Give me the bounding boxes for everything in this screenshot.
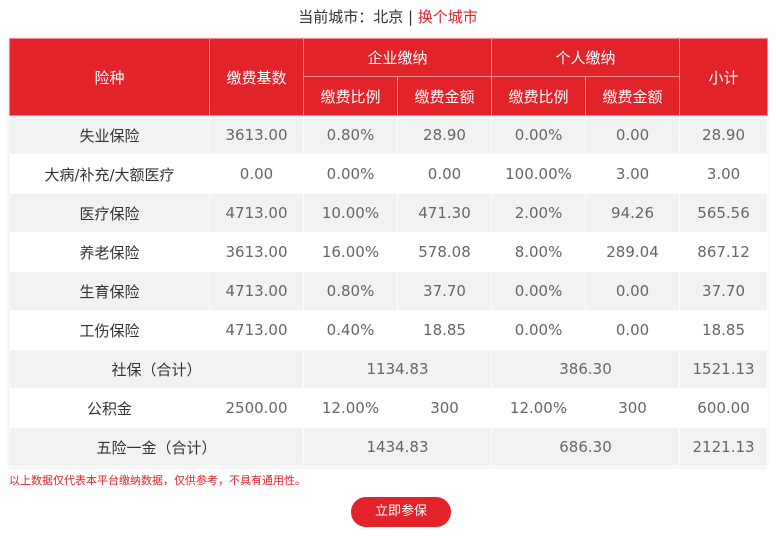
header-personal-rate: 缴费比例 (491, 76, 587, 116)
header-personal-amount: 缴费金额 (585, 76, 681, 116)
social-total-row: 社保（合计） 1134.83 386.30 1521.13 (9, 349, 769, 389)
row-subtotal: 28.90 (679, 115, 769, 155)
row-personal-amount: 289.04 (585, 232, 681, 272)
current-city-bar: 当前城市：北京 | 换个城市 (0, 6, 776, 28)
header-company-amount: 缴费金额 (396, 76, 493, 116)
row-company-amount: 37.70 (396, 271, 493, 311)
row-name: 失业保险 (9, 115, 210, 155)
social-total-subtotal: 1521.13 (679, 349, 769, 389)
row-personal-amount: 0.00 (585, 271, 681, 311)
row-company-rate: 0.80% (303, 115, 398, 155)
table-row: 工伤保险 4713.00 0.40% 18.85 0.00% 0.00 18.8… (9, 310, 769, 350)
row-company-amount: 300 (396, 388, 493, 428)
row-subtotal: 565.56 (679, 193, 769, 233)
social-total-company: 1134.83 (302, 349, 493, 389)
row-base: 3613.00 (209, 232, 304, 272)
table-row: 医疗保险 4713.00 10.00% 471.30 2.00% 94.26 5… (9, 193, 769, 233)
join-insurance-button[interactable]: 立即参保 (351, 497, 451, 527)
header-company-group: 企业缴纳 (302, 38, 493, 77)
row-base: 4713.00 (209, 271, 304, 311)
row-company-rate: 0.40% (303, 310, 398, 350)
row-name: 医疗保险 (9, 193, 210, 233)
grand-total-company: 1434.83 (302, 427, 493, 467)
row-personal-amount: 300 (585, 388, 681, 428)
table-row: 大病/补充/大额医疗 0.00 0.00% 0.00 100.00% 3.00 … (9, 154, 769, 194)
row-personal-amount: 0.00 (585, 115, 681, 155)
row-name: 生育保险 (9, 271, 210, 311)
row-company-rate: 10.00% (303, 193, 398, 233)
header-company-rate: 缴费比例 (303, 76, 398, 116)
row-company-rate: 0.80% (303, 271, 398, 311)
row-company-rate: 12.00% (303, 388, 398, 428)
row-personal-rate: 2.00% (491, 193, 587, 233)
row-name: 工伤保险 (9, 310, 210, 350)
social-total-label: 社保（合计） (9, 349, 304, 389)
row-company-amount: 28.90 (396, 115, 493, 155)
row-name: 大病/补充/大额医疗 (9, 154, 210, 194)
row-personal-amount: 3.00 (585, 154, 681, 194)
header-insurance-type: 险种 (9, 38, 210, 116)
table-row: 失业保险 3613.00 0.80% 28.90 0.00% 0.00 28.9… (9, 115, 769, 155)
row-name: 公积金 (9, 388, 210, 428)
row-base: 2500.00 (209, 388, 304, 428)
change-city-link[interactable]: 换个城市 (418, 8, 478, 26)
row-personal-rate: 0.00% (491, 310, 587, 350)
row-company-amount: 0.00 (396, 154, 493, 194)
table-row: 养老保险 3613.00 16.00% 578.08 8.00% 289.04 … (9, 232, 769, 272)
row-company-amount: 471.30 (396, 193, 493, 233)
row-subtotal: 867.12 (679, 232, 769, 272)
disclaimer-note: 以上数据仅代表本平台缴纳数据，仅供参考，不具有通用性。 (9, 474, 306, 487)
row-subtotal: 600.00 (679, 388, 769, 428)
social-total-personal: 386.30 (491, 349, 681, 389)
housing-fund-row: 公积金 2500.00 12.00% 300 12.00% 300 600.00 (9, 388, 769, 428)
row-company-amount: 578.08 (396, 232, 493, 272)
row-subtotal: 18.85 (679, 310, 769, 350)
current-city-label: 当前城市：北京 | (298, 8, 418, 26)
row-name: 养老保险 (9, 232, 210, 272)
row-company-rate: 0.00% (303, 154, 398, 194)
insurance-table-container: 险种 缴费基数 企业缴纳 个人缴纳 小计 缴费比例 缴费金额 缴费比例 缴费金额… (9, 38, 769, 467)
header-base: 缴费基数 (209, 38, 304, 116)
row-base: 3613.00 (209, 115, 304, 155)
row-personal-amount: 94.26 (585, 193, 681, 233)
row-base: 0.00 (209, 154, 304, 194)
grand-total-label: 五险一金（合计） (9, 427, 304, 467)
row-subtotal: 37.70 (679, 271, 769, 311)
row-base: 4713.00 (209, 193, 304, 233)
header-subtotal: 小计 (679, 38, 769, 116)
table-row: 生育保险 4713.00 0.80% 37.70 0.00% 0.00 37.7… (9, 271, 769, 311)
grand-total-row: 五险一金（合计） 1434.83 686.30 2121.13 (9, 427, 769, 467)
row-company-amount: 18.85 (396, 310, 493, 350)
header-personal-group: 个人缴纳 (491, 38, 681, 77)
row-company-rate: 16.00% (303, 232, 398, 272)
row-personal-rate: 0.00% (491, 271, 587, 311)
row-personal-rate: 8.00% (491, 232, 587, 272)
grand-total-subtotal: 2121.13 (679, 427, 769, 467)
row-subtotal: 3.00 (679, 154, 769, 194)
row-personal-rate: 100.00% (491, 154, 587, 194)
row-personal-amount: 0.00 (585, 310, 681, 350)
row-personal-rate: 12.00% (491, 388, 587, 428)
insurance-table: 险种 缴费基数 企业缴纳 个人缴纳 小计 缴费比例 缴费金额 缴费比例 缴费金额… (9, 38, 769, 467)
row-base: 4713.00 (209, 310, 304, 350)
row-personal-rate: 0.00% (491, 115, 587, 155)
grand-total-personal: 686.30 (491, 427, 681, 467)
